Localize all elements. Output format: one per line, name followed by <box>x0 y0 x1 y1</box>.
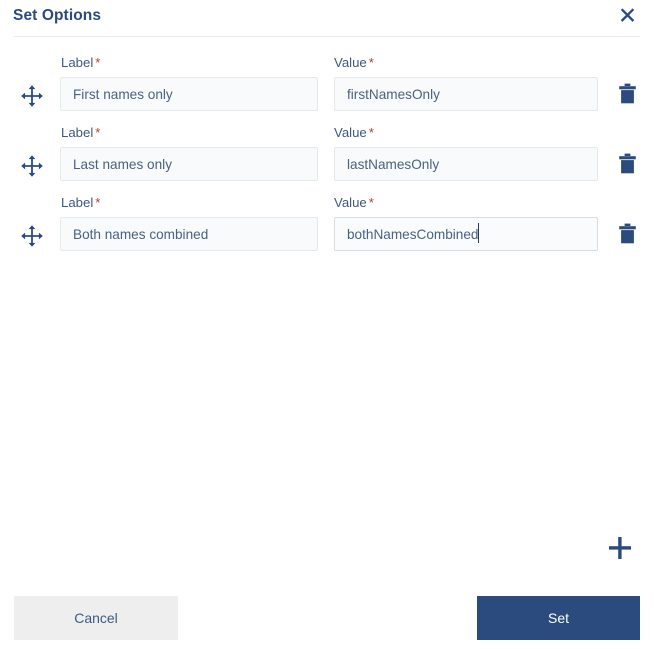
required-asterisk: * <box>95 195 101 210</box>
text-cursor <box>478 223 480 243</box>
plus-icon <box>607 535 633 564</box>
value-column-text: Value <box>334 125 367 140</box>
options-list: Label* Value* Label* <box>0 48 654 258</box>
trash-icon <box>618 83 637 107</box>
set-button[interactable]: Set <box>477 596 640 640</box>
trash-icon <box>618 153 637 177</box>
option-label-input[interactable] <box>60 217 318 251</box>
dialog-header: Set Options <box>0 0 654 37</box>
label-column-header: Label * <box>61 55 100 70</box>
trash-icon <box>618 223 637 247</box>
label-column-text: Label <box>61 125 94 140</box>
delete-option-button[interactable] <box>613 151 641 179</box>
add-option-button[interactable] <box>604 533 636 565</box>
label-column-text: Label <box>61 55 94 70</box>
option-value-input[interactable] <box>334 147 598 181</box>
required-asterisk: * <box>368 195 374 210</box>
dialog-footer: Cancel Set <box>0 596 654 649</box>
value-column-text: Value <box>334 55 367 70</box>
required-asterisk: * <box>95 125 101 140</box>
value-column-header: Value * <box>334 195 374 210</box>
drag-handle-icon[interactable] <box>17 151 47 181</box>
option-value-input[interactable] <box>334 217 598 251</box>
page-title: Set Options <box>13 7 102 24</box>
required-asterisk: * <box>95 55 101 70</box>
required-asterisk: * <box>368 125 374 140</box>
label-column-header: Label * <box>61 125 100 140</box>
value-column-text: Value <box>334 195 367 210</box>
required-asterisk: * <box>368 55 374 70</box>
value-column-header: Value * <box>334 55 374 70</box>
header-divider <box>14 36 640 37</box>
delete-option-button[interactable] <box>613 221 641 249</box>
label-column-text: Label <box>61 195 94 210</box>
close-icon <box>619 7 636 27</box>
drag-handle-icon[interactable] <box>17 81 47 111</box>
option-row: Label* Value* <box>0 118 654 188</box>
option-label-input[interactable] <box>60 147 318 181</box>
option-value-input[interactable] <box>334 77 598 111</box>
close-button[interactable] <box>614 4 640 30</box>
cancel-button[interactable]: Cancel <box>14 596 178 640</box>
delete-option-button[interactable] <box>613 81 641 109</box>
option-label-input[interactable] <box>60 77 318 111</box>
option-row: Label* Value* <box>0 188 654 258</box>
option-row: Label* Value* <box>0 48 654 118</box>
label-column-header: Label * <box>61 195 100 210</box>
value-column-header: Value * <box>334 125 374 140</box>
drag-handle-icon[interactable] <box>17 221 47 251</box>
